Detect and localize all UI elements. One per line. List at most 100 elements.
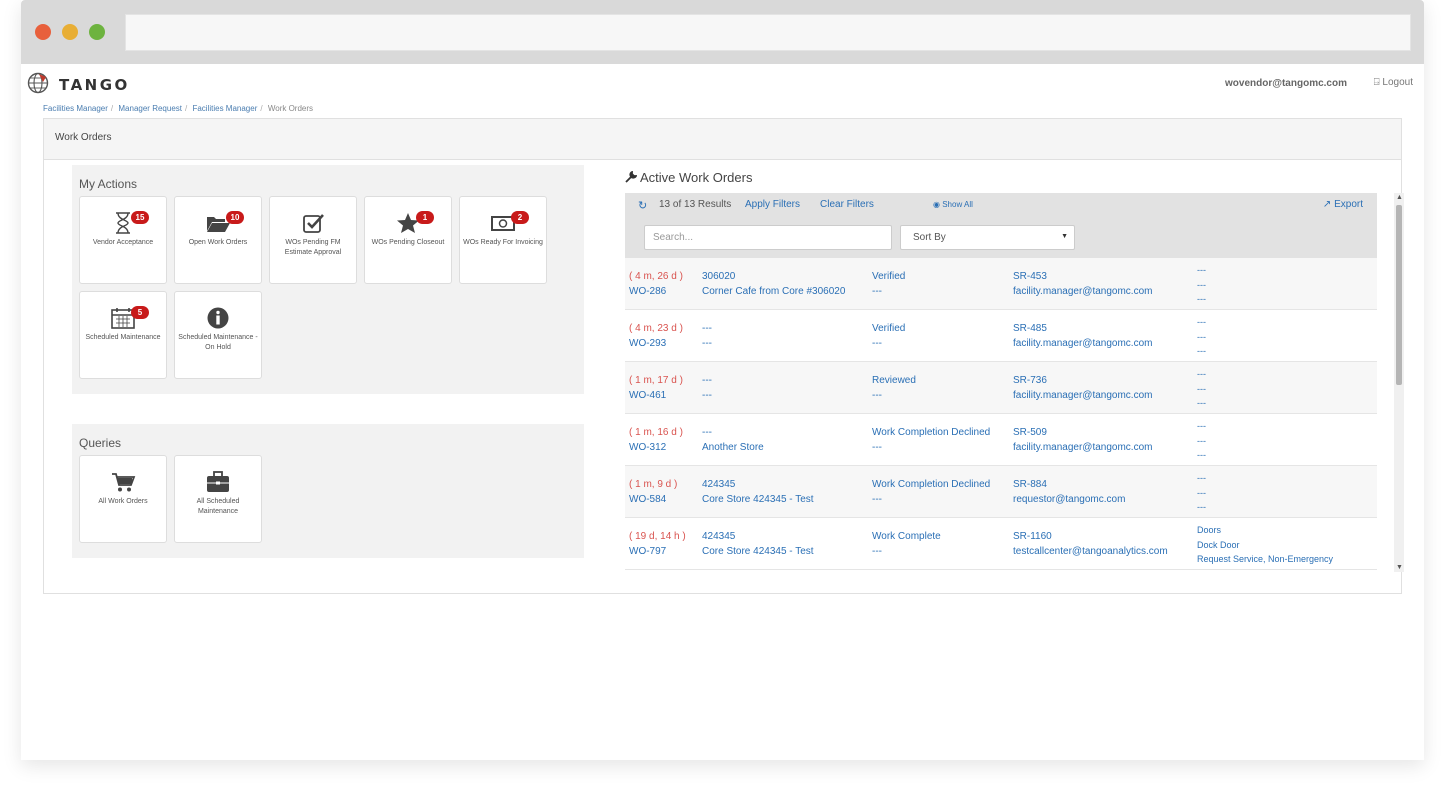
wo-number-link[interactable]: WO-312 [629, 442, 666, 453]
wrench-icon [625, 170, 638, 183]
wo-number-link[interactable]: WO-797 [629, 546, 666, 557]
wo-meta: Dock Door [1197, 540, 1240, 550]
store-number: --- [702, 375, 712, 386]
vendor-acceptance-tile[interactable]: 15 Vendor Acceptance [79, 196, 167, 284]
my-actions-title: My Actions [79, 177, 138, 191]
tile-label: All Work Orders [98, 498, 148, 505]
wo-meta: --- [1197, 488, 1206, 498]
clear-filters-link[interactable]: Clear Filters [820, 199, 874, 210]
wo-meta: --- [1197, 436, 1206, 446]
badge-count: 1 [416, 211, 434, 224]
close-window-button[interactable] [35, 24, 51, 40]
cart-icon [112, 473, 136, 492]
service-request-link[interactable]: SR-453 [1013, 271, 1047, 282]
work-order-row[interactable]: ( 1 m, 9 d ) WO-584 424345 Core Store 42… [625, 466, 1377, 518]
browser-chrome [21, 0, 1424, 64]
export-link[interactable]: ↗ Export [1323, 199, 1363, 210]
service-request-link[interactable]: SR-884 [1013, 479, 1047, 490]
tile-label: WOs Pending Closeout [371, 239, 445, 246]
wo-meta: --- [1197, 369, 1206, 379]
browser-window: TANGO wovendor@tangomc.com ⍈ Logout Faci… [21, 0, 1424, 760]
wo-status: Reviewed [872, 375, 916, 386]
wo-status: Verified [872, 323, 906, 334]
results-count: 13 of 13 Results [659, 199, 732, 210]
wo-meta: --- [1197, 280, 1206, 290]
wo-status: Work Complete [872, 531, 941, 542]
pending-closeout-tile[interactable]: 1 WOs Pending Closeout [364, 196, 452, 284]
logout-link[interactable]: ⍈ Logout [1374, 77, 1413, 88]
requestor-email: testcallcenter@tangoanalytics.com [1013, 546, 1168, 557]
refresh-icon[interactable]: ↻ [638, 199, 647, 212]
wo-number-link[interactable]: WO-286 [629, 286, 666, 297]
wo-number-link[interactable]: WO-293 [629, 338, 666, 349]
requestor-email: facility.manager@tangomc.com [1013, 442, 1153, 453]
breadcrumb-item[interactable]: Facilities Manager [43, 104, 108, 113]
eye-icon: ◉ [933, 200, 940, 209]
service-request-link[interactable]: SR-1160 [1013, 531, 1052, 542]
service-request-link[interactable]: SR-485 [1013, 323, 1047, 334]
apply-filters-link[interactable]: Apply Filters [745, 199, 800, 210]
sort-by-select[interactable]: Sort By ▼ [900, 225, 1075, 250]
wo-meta: --- [1197, 332, 1206, 342]
checkbox-icon [303, 214, 324, 233]
globe-logo-icon [27, 72, 49, 94]
badge-count: 15 [131, 211, 149, 224]
tile-label: WOs Ready For Invoicing [463, 239, 543, 246]
tile-label: WOs Pending FM Estimate Approval [284, 239, 342, 256]
wo-number-link[interactable]: WO-584 [629, 494, 666, 505]
info-icon [207, 307, 229, 329]
maximize-window-button[interactable] [89, 24, 105, 40]
pending-fm-estimate-tile[interactable]: WOs Pending FM Estimate Approval [269, 196, 357, 284]
address-bar[interactable] [125, 14, 1411, 51]
ready-for-invoicing-tile[interactable]: 2 WOs Ready For Invoicing [459, 196, 547, 284]
service-request-link[interactable]: SR-736 [1013, 375, 1047, 386]
all-work-orders-tile[interactable]: All Work Orders [79, 455, 167, 543]
briefcase-icon [207, 471, 229, 492]
requestor-email: facility.manager@tangomc.com [1013, 390, 1153, 401]
wo-age: ( 1 m, 16 d ) [629, 427, 683, 438]
wo-substatus: --- [872, 338, 882, 349]
wo-number-link[interactable]: WO-461 [629, 390, 666, 401]
wo-substatus: --- [872, 546, 882, 557]
breadcrumb-item[interactable]: Manager Request [118, 104, 182, 113]
panel-header: Work Orders [44, 119, 1401, 160]
all-scheduled-maintenance-tile[interactable]: All Scheduled Maintenance [174, 455, 262, 543]
wo-status: Work Completion Declined [872, 427, 991, 438]
show-all-link[interactable]: ◉ Show All [933, 200, 973, 209]
minimize-window-button[interactable] [62, 24, 78, 40]
logout-icon: ⍈ [1373, 77, 1380, 88]
scheduled-maintenance-on-hold-tile[interactable]: Scheduled Maintenance - On Hold [174, 291, 262, 379]
breadcrumb-current: Work Orders [267, 104, 314, 113]
my-actions-section: My Actions 15 Vendor Acceptance 10 Open … [72, 165, 584, 394]
work-order-row[interactable]: ( 1 m, 16 d ) WO-312 --- Another Store W… [625, 414, 1377, 466]
app-logo-text[interactable]: TANGO [59, 76, 130, 94]
wo-substatus: --- [872, 286, 882, 297]
store-number: --- [702, 427, 712, 438]
wo-status: Verified [872, 271, 906, 282]
work-order-row[interactable]: ( 4 m, 26 d ) WO-286 306020 Corner Cafe … [625, 258, 1377, 310]
search-input[interactable]: Search... [644, 225, 892, 250]
queries-section: Queries All Work Orders All Scheduled Ma… [72, 424, 584, 558]
scroll-up-icon[interactable]: ▲ [1396, 194, 1403, 201]
wo-age: ( 1 m, 9 d ) [629, 479, 678, 490]
app-header: TANGO wovendor@tangomc.com ⍈ Logout [21, 64, 1424, 102]
export-icon: ↗ [1322, 199, 1332, 210]
export-label: Export [1334, 199, 1363, 210]
open-work-orders-tile[interactable]: 10 Open Work Orders [174, 196, 262, 284]
list-scrollbar[interactable]: ▲ ▼ [1394, 193, 1404, 572]
scroll-down-icon[interactable]: ▼ [1396, 564, 1403, 571]
scrollbar-thumb[interactable] [1396, 205, 1402, 385]
requestor-email: facility.manager@tangomc.com [1013, 286, 1153, 297]
wo-substatus: --- [872, 390, 882, 401]
wo-meta: --- [1197, 398, 1206, 408]
scheduled-maintenance-tile[interactable]: 5 Scheduled Maintenance [79, 291, 167, 379]
panel-title: Work Orders [55, 132, 112, 143]
tile-label: Open Work Orders [188, 239, 248, 246]
work-order-row[interactable]: ( 19 d, 14 h ) WO-797 424345 Core Store … [625, 518, 1377, 570]
store-name: --- [702, 390, 712, 401]
work-order-row[interactable]: ( 1 m, 17 d ) WO-461 --- --- Reviewed --… [625, 362, 1377, 414]
service-request-link[interactable]: SR-509 [1013, 427, 1047, 438]
store-number: --- [702, 323, 712, 334]
breadcrumb-item[interactable]: Facilities Manager [192, 104, 257, 113]
work-order-row[interactable]: ( 4 m, 23 d ) WO-293 --- --- Verified --… [625, 310, 1377, 362]
